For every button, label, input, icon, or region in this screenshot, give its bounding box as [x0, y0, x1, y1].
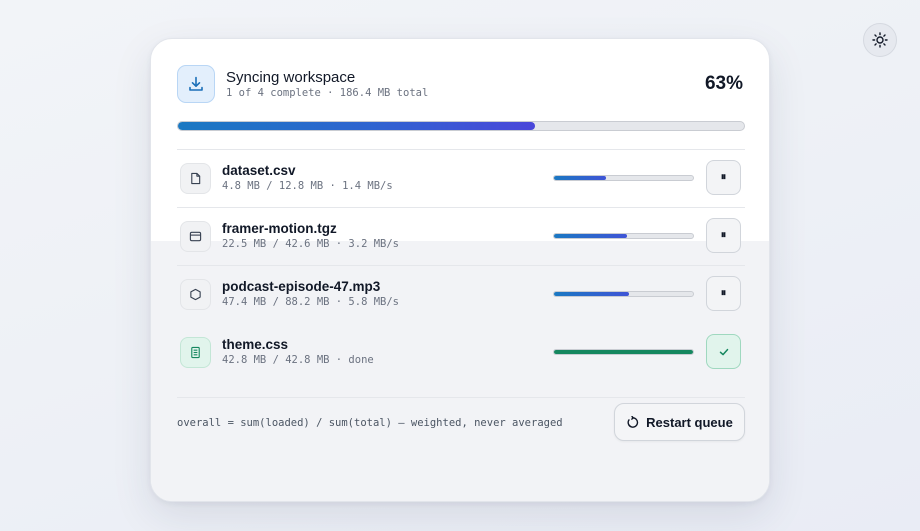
- download-icon: [189, 76, 203, 91]
- file-progress-fill: [554, 234, 628, 238]
- page-title: Syncing workspace: [226, 69, 356, 86]
- pause-icon: ⏸: [720, 171, 727, 183]
- file-meta: 47.4 MB / 88.2 MB · 5.8 MB/s: [222, 296, 400, 308]
- sync-summary: 1 of 4 complete · 186.4 MB total: [226, 87, 429, 99]
- file-progress-fill: [554, 350, 693, 354]
- restart-queue-button[interactable]: Restart queue: [614, 403, 745, 441]
- divider: [177, 397, 745, 398]
- file-meta: 22.5 MB / 42.6 MB · 3.2 MB/s: [222, 238, 400, 250]
- file-icon: [191, 172, 201, 185]
- sync-header: Syncing workspace 1 of 4 complete · 186.…: [177, 65, 743, 103]
- file-type-icon-box: [180, 221, 211, 252]
- sync-card: Syncing workspace 1 of 4 complete · 186.…: [150, 38, 770, 502]
- pause-button[interactable]: ⏸: [706, 218, 741, 253]
- header-icon-box: [177, 65, 215, 103]
- file-type-icon-box: [180, 163, 211, 194]
- file-row: dataset.csv 4.8 MB / 12.8 MB · 1.4 MB/s …: [177, 149, 745, 207]
- overall-progress-fill: [178, 122, 535, 130]
- file-progress-bar: [553, 175, 694, 181]
- window-icon: [189, 231, 202, 242]
- sun-icon: [872, 32, 888, 48]
- file-row: framer-motion.tgz 22.5 MB / 42.6 MB · 3.…: [177, 207, 745, 265]
- file-name: theme.css: [222, 337, 289, 352]
- file-row: theme.css 42.8 MB / 42.8 MB · done: [177, 323, 745, 381]
- completed-button[interactable]: [706, 334, 741, 369]
- theme-toggle-button[interactable]: [863, 23, 897, 57]
- file-type-icon-box: [180, 337, 211, 368]
- file-name: framer-motion.tgz: [222, 221, 337, 236]
- footer-note: overall = sum(loaded) / sum(total) — wei…: [177, 417, 563, 429]
- file-progress-fill: [554, 292, 629, 296]
- file-meta: 4.8 MB / 12.8 MB · 1.4 MB/s: [222, 180, 393, 192]
- file-progress-bar: [553, 349, 694, 355]
- overall-percent: 63%: [704, 73, 743, 94]
- file-name: podcast-episode-47.mp3: [222, 279, 381, 294]
- file-progress-fill: [554, 176, 607, 180]
- restart-queue-label: Restart queue: [646, 414, 733, 430]
- document-icon: [191, 346, 200, 359]
- check-icon: [719, 348, 728, 355]
- file-meta: 42.8 MB / 42.8 MB · done: [222, 354, 374, 366]
- pause-icon: ⏸: [720, 229, 727, 241]
- overall-progress-bar: [177, 121, 745, 131]
- file-type-icon-box: [180, 279, 211, 310]
- hexagon-icon: [190, 288, 201, 301]
- pause-icon: ⏸: [720, 287, 727, 299]
- pause-button[interactable]: ⏸: [706, 160, 741, 195]
- file-name: dataset.csv: [222, 163, 296, 178]
- pause-button[interactable]: ⏸: [706, 276, 741, 311]
- file-row: podcast-episode-47.mp3 47.4 MB / 88.2 MB…: [177, 265, 745, 323]
- file-progress-bar: [553, 233, 694, 239]
- restart-icon: [627, 415, 639, 428]
- file-progress-bar: [553, 291, 694, 297]
